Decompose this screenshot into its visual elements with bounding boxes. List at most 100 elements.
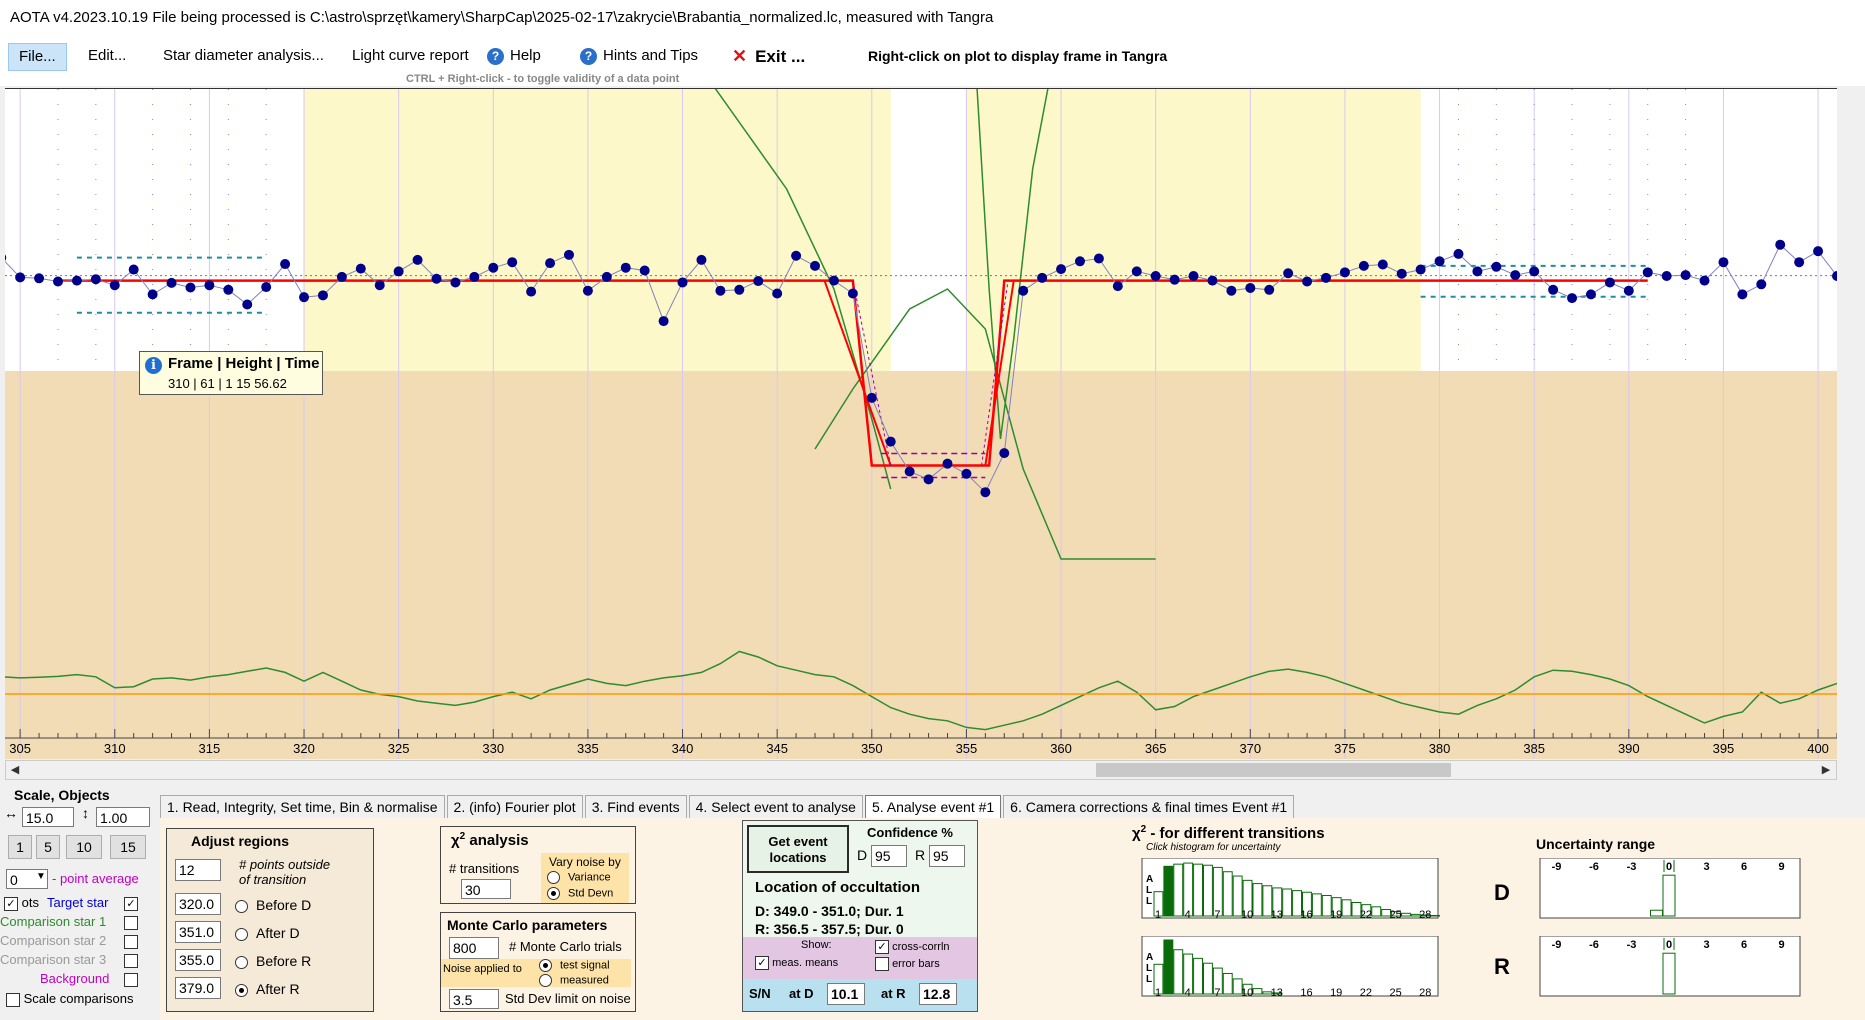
confidence-label: Confidence % bbox=[867, 825, 953, 840]
comparison-star-1-checkbox[interactable] bbox=[124, 914, 138, 930]
help-icon: ? bbox=[487, 47, 504, 65]
data-point bbox=[242, 299, 253, 310]
data-point bbox=[1226, 285, 1237, 296]
target-star-checkbox[interactable]: ✓ bbox=[124, 895, 138, 911]
x-tick-label: 355 bbox=[956, 741, 978, 756]
scale-5-button[interactable]: 5 bbox=[36, 835, 60, 859]
histogram-bar bbox=[1252, 883, 1263, 917]
light-curve-chart[interactable]: 305 310 315 320 325 330 335 340 345 350 355 360 365 3… bbox=[5, 89, 1837, 759]
error-bars-checkbox[interactable]: error bars bbox=[875, 957, 940, 971]
comparison-star-2-checkbox[interactable] bbox=[124, 933, 138, 949]
help-icon: ? bbox=[580, 47, 597, 65]
data-point bbox=[1756, 279, 1767, 290]
data-point bbox=[488, 262, 499, 273]
histogram-bar bbox=[1203, 864, 1213, 917]
light-curve-report-menu[interactable]: Light curve report bbox=[352, 43, 469, 69]
transitions-input[interactable]: 30 bbox=[461, 879, 511, 899]
tab-find-events[interactable]: 3. Find events bbox=[584, 795, 687, 818]
background-checkbox[interactable] bbox=[124, 971, 138, 987]
data-point bbox=[1680, 270, 1691, 281]
scale-15-button[interactable]: 15 bbox=[110, 835, 146, 859]
histogram-bar bbox=[1173, 949, 1184, 995]
after-d-input[interactable]: 351.0 bbox=[175, 921, 221, 943]
std-dev-limit-input[interactable]: 3.5 bbox=[449, 989, 499, 1009]
after-r-radio[interactable]: After R bbox=[235, 981, 300, 997]
window-title-bar: AOTA v4.2023.10.19 File being processed … bbox=[0, 0, 1865, 36]
x-tick-label: 365 bbox=[1145, 741, 1167, 756]
edit-menu[interactable]: Edit... bbox=[88, 43, 126, 69]
scroll-left-icon[interactable]: ◀ bbox=[7, 762, 23, 778]
histogram-all-label: A bbox=[1146, 874, 1153, 885]
monte-carlo-trials-input[interactable]: 800 bbox=[449, 937, 499, 959]
hints-label: Hints and Tips bbox=[603, 47, 699, 64]
get-event-locations-button[interactable]: Get event locations bbox=[747, 825, 849, 873]
x-tick-label: 380 bbox=[1429, 741, 1451, 756]
comparison-star-3-checkbox[interactable] bbox=[124, 952, 138, 968]
tab-select-event[interactable]: 4. Select event to analyse bbox=[688, 795, 863, 818]
before-r-input[interactable]: 355.0 bbox=[175, 949, 221, 971]
x-tick-label: 350 bbox=[861, 741, 883, 756]
histogram-tick: 13 bbox=[1271, 909, 1283, 920]
data-point bbox=[1037, 272, 1048, 283]
tab-analyse-event[interactable]: 5. Analyse event #1 bbox=[864, 795, 1002, 818]
scrollbar-thumb[interactable] bbox=[1096, 763, 1451, 777]
uncertainty-tick: -9 bbox=[1552, 939, 1562, 951]
dots-checkbox[interactable]: ✓ ots bbox=[4, 895, 39, 911]
after-r-input[interactable]: 379.0 bbox=[175, 977, 221, 999]
uncertainty-tick: -6 bbox=[1589, 939, 1599, 951]
histogram-tick: 1 bbox=[1155, 909, 1161, 920]
scale-comparisons-checkbox[interactable]: Scale comparisons bbox=[6, 991, 133, 1007]
histogram-r[interactable]: ALL1471013161922252831 bbox=[1110, 936, 1440, 998]
meas-means-checkbox[interactable]: ✓ meas. means bbox=[755, 956, 838, 970]
before-d-radio[interactable]: Before D bbox=[235, 897, 311, 913]
tab-camera-corrections[interactable]: 6. Camera corrections & final times Even… bbox=[1003, 795, 1295, 818]
scroll-right-icon[interactable]: ▶ bbox=[1818, 762, 1834, 778]
data-point bbox=[336, 271, 347, 282]
data-point bbox=[810, 260, 821, 271]
after-d-radio[interactable]: After D bbox=[235, 925, 300, 941]
tooltip-header: Frame | Height | Time bbox=[168, 355, 320, 372]
tab-fourier[interactable]: 2. (info) Fourier plot bbox=[446, 795, 583, 818]
chi-region bbox=[5, 371, 1837, 759]
data-point bbox=[299, 292, 310, 303]
help-menu[interactable]: ? Help bbox=[487, 43, 541, 69]
comparison-star-3-label: Comparison star 3 bbox=[0, 952, 107, 967]
histogram-tick: 16 bbox=[1300, 909, 1312, 920]
scale-10-button[interactable]: 10 bbox=[66, 835, 102, 859]
before-d-input[interactable]: 320.0 bbox=[175, 893, 221, 915]
test-signal-radio[interactable]: test signal bbox=[539, 959, 610, 972]
histogram-d[interactable]: ALL1471013161922252831 bbox=[1110, 858, 1440, 920]
star-diameter-menu[interactable]: Star diameter analysis... bbox=[163, 43, 324, 69]
cross-corr-checkbox[interactable]: ✓ cross-corrln bbox=[875, 940, 950, 954]
std-devn-radio[interactable]: Std Devn bbox=[547, 887, 613, 900]
histogram-bar bbox=[1193, 863, 1203, 917]
data-point bbox=[772, 288, 783, 299]
v-scale-input[interactable]: 1.00 bbox=[96, 807, 150, 827]
data-point bbox=[147, 289, 158, 300]
points-outside-label: # points outside bbox=[239, 857, 331, 872]
confidence-r-input[interactable]: 95 bbox=[929, 845, 965, 867]
scale-1-button[interactable]: 1 bbox=[8, 835, 32, 859]
measured-radio[interactable]: measured bbox=[539, 974, 609, 987]
x-tick-label: 390 bbox=[1618, 741, 1640, 756]
hints-menu[interactable]: ? Hints and Tips bbox=[580, 43, 698, 69]
exit-menu[interactable]: ✕ Exit ... bbox=[732, 43, 805, 69]
data-point bbox=[582, 285, 593, 296]
plot-scrollbar[interactable]: ◀ ▶ bbox=[5, 760, 1837, 780]
before-r-radio[interactable]: Before R bbox=[235, 953, 311, 969]
file-menu[interactable]: File... bbox=[8, 43, 67, 71]
tooltip: i Frame | Height | Time 310 | 61 | 1 15 … bbox=[139, 351, 323, 395]
x-tick-label: 375 bbox=[1334, 741, 1356, 756]
uncertainty-tick: 9 bbox=[1778, 939, 1784, 951]
light-curve-plot[interactable]: 305 310 315 320 325 330 335 340 345 350 355 360 365 3… bbox=[5, 88, 1837, 759]
region-after-r bbox=[966, 89, 1421, 371]
data-point bbox=[1415, 264, 1426, 275]
data-point bbox=[1737, 289, 1748, 300]
points-outside-input[interactable]: 12 bbox=[175, 859, 221, 881]
data-point bbox=[109, 280, 120, 291]
histogram-bar bbox=[1163, 865, 1174, 917]
confidence-d-input[interactable]: 95 bbox=[871, 845, 907, 867]
variance-radio[interactable]: Variance bbox=[547, 871, 611, 884]
h-scale-input[interactable]: 15.0 bbox=[22, 807, 74, 827]
tab-read-integrity[interactable]: 1. Read, Integrity, Set time, Bin & norm… bbox=[160, 795, 445, 818]
